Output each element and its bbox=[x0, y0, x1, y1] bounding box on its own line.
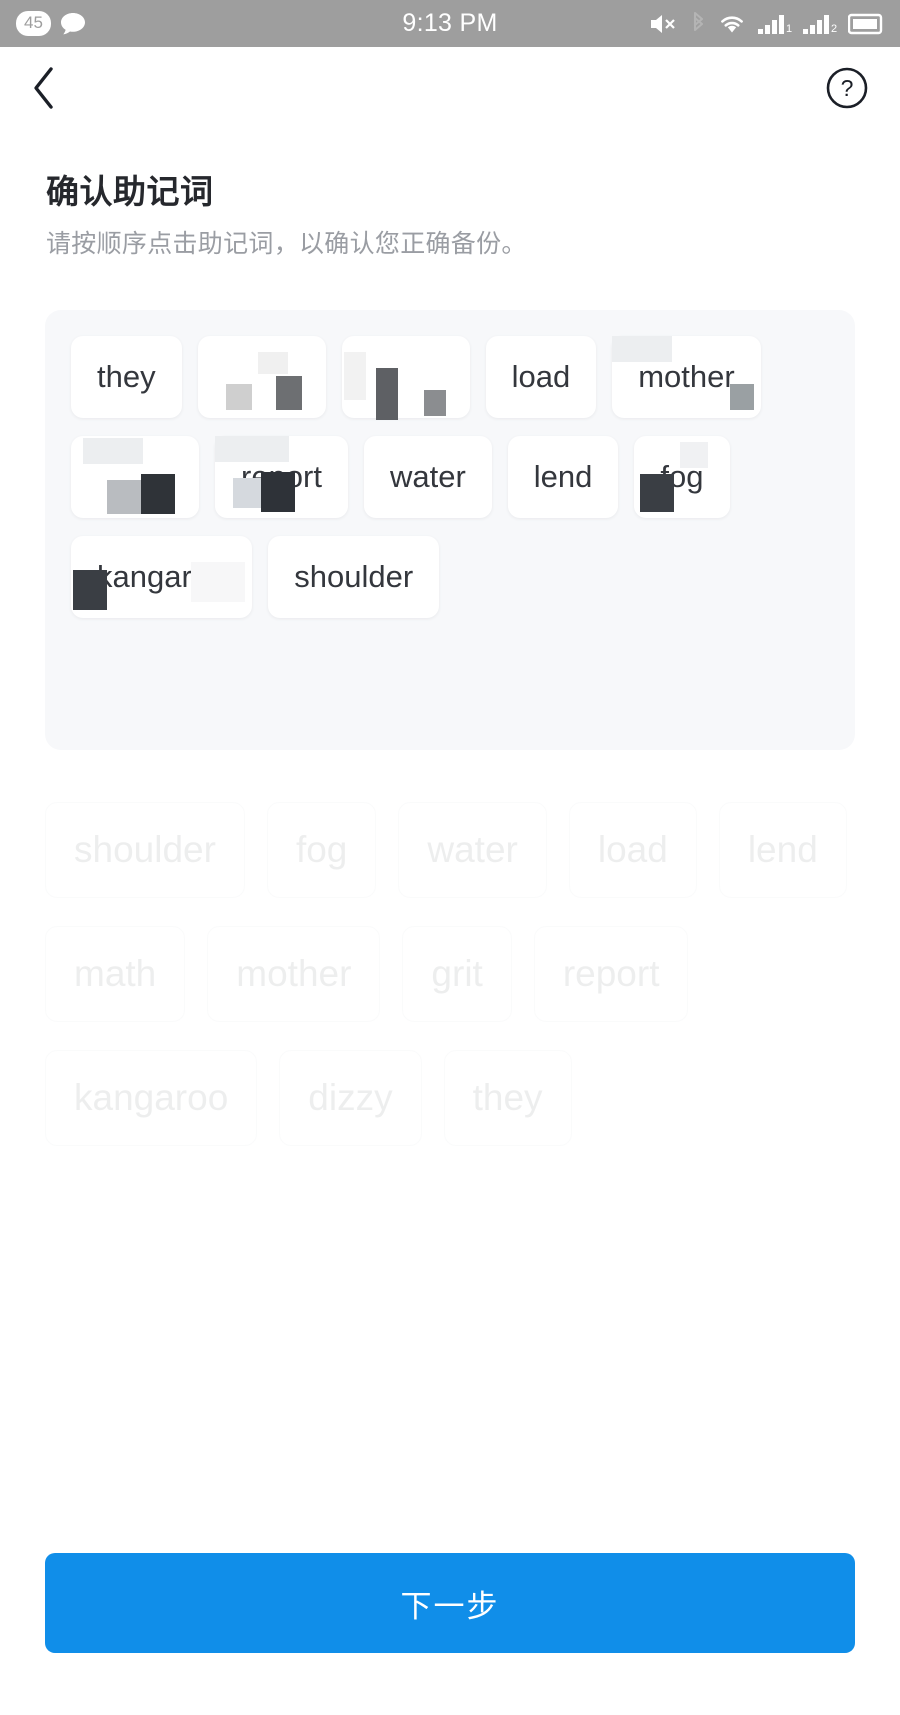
selected-word-chip[interactable]: load bbox=[485, 336, 597, 419]
word-bank-label: dizzy bbox=[308, 1077, 393, 1119]
word-bank-chip[interactable]: math bbox=[45, 926, 186, 1023]
word-bank-chip[interactable]: dizzy bbox=[279, 1050, 422, 1147]
redaction-block bbox=[83, 438, 143, 465]
status-bar-clock: 9:13 PM bbox=[402, 9, 498, 37]
word-bank: shoulder fog water load lend math mother grit re… bbox=[45, 802, 855, 1147]
app-screen: 45 9:13 PM 1 2 ? 确认助记词 请按顺序点击助记词，以确认您正确备… bbox=[0, 0, 900, 1715]
selected-word-chip[interactable]: shoulder bbox=[268, 536, 440, 619]
selected-word-label: report bbox=[241, 459, 322, 495]
selected-word-label: load bbox=[511, 359, 571, 395]
selected-word-label: fog bbox=[660, 459, 704, 495]
redaction-block bbox=[423, 390, 446, 417]
page-title: 确认助记词 bbox=[46, 173, 214, 210]
word-bank-label: shoulder bbox=[74, 829, 216, 871]
notification-count-badge: 45 bbox=[16, 11, 51, 36]
redaction-block bbox=[107, 480, 141, 515]
word-bank-label: water bbox=[427, 829, 518, 871]
word-bank-label: mother bbox=[236, 953, 352, 995]
selected-word-chip[interactable]: report bbox=[215, 436, 348, 519]
word-bank-label: load bbox=[597, 829, 668, 871]
selected-word-chip[interactable] bbox=[71, 436, 199, 519]
bluetooth-icon bbox=[690, 11, 706, 36]
svg-text:2: 2 bbox=[831, 23, 837, 35]
selected-word-chip[interactable] bbox=[197, 336, 326, 419]
battery-icon bbox=[848, 13, 884, 35]
wifi-icon bbox=[717, 12, 747, 36]
redaction-block bbox=[257, 352, 288, 375]
selected-word-label: water bbox=[389, 459, 466, 495]
redaction-block bbox=[275, 376, 302, 411]
svg-text:?: ? bbox=[841, 75, 854, 101]
selected-word-chip[interactable]: they bbox=[71, 336, 182, 419]
word-bank-label: they bbox=[472, 1077, 543, 1119]
selected-word-chip[interactable]: mother bbox=[612, 336, 761, 419]
selected-word-label: mother bbox=[638, 359, 735, 395]
word-bank-label: kangaroo bbox=[74, 1077, 229, 1119]
footer: 下一步 bbox=[0, 1553, 900, 1715]
selected-words-card: they load mother report water lend fog kangaroo… bbox=[45, 310, 855, 751]
selected-word-label: kangaroo bbox=[97, 559, 227, 595]
word-bank-chip[interactable]: they bbox=[443, 1050, 572, 1147]
selected-word-chip[interactable]: water bbox=[363, 436, 492, 519]
volume-mute-icon bbox=[649, 12, 679, 36]
status-bar-left: 45 bbox=[16, 11, 296, 36]
word-bank-chip[interactable]: kangaroo bbox=[45, 1050, 258, 1147]
word-bank-chip[interactable]: fog bbox=[266, 802, 377, 899]
word-bank-label: fog bbox=[295, 829, 348, 871]
redaction-block bbox=[375, 368, 398, 421]
status-bar: 45 9:13 PM 1 2 bbox=[0, 0, 900, 47]
word-bank-chip[interactable]: water bbox=[398, 802, 547, 899]
redaction-block bbox=[343, 352, 366, 401]
selected-word-label: lend bbox=[533, 459, 593, 495]
selected-word-chip[interactable]: fog bbox=[634, 436, 730, 519]
page-subtitle: 请按顺序点击助记词，以确认您正确备份。 bbox=[46, 229, 527, 258]
status-bar-right: 1 2 bbox=[604, 11, 884, 36]
word-bank-chip[interactable]: mother bbox=[207, 926, 381, 1023]
selected-word-chip[interactable] bbox=[341, 336, 470, 421]
selected-word-label: shoulder bbox=[294, 559, 414, 595]
word-bank-label: grit bbox=[431, 953, 483, 995]
word-bank-chip[interactable]: shoulder bbox=[45, 802, 245, 899]
nav-bar: ? bbox=[0, 47, 900, 133]
redaction-block bbox=[225, 384, 252, 411]
help-circle-icon: ? bbox=[824, 65, 870, 116]
selected-word-chip[interactable]: kangaroo bbox=[71, 536, 253, 619]
word-bank-chip[interactable]: lend bbox=[718, 802, 847, 899]
back-button[interactable] bbox=[28, 65, 78, 115]
selected-word-label: they bbox=[97, 359, 156, 395]
word-bank-chip[interactable]: grit bbox=[402, 926, 512, 1023]
word-bank-chip[interactable]: load bbox=[568, 802, 697, 899]
word-bank-chip[interactable]: report bbox=[533, 926, 689, 1023]
redaction-block bbox=[141, 474, 175, 515]
help-button[interactable]: ? bbox=[824, 67, 870, 113]
svg-text:1: 1 bbox=[786, 23, 792, 35]
cellular-signal-2-icon: 2 bbox=[803, 12, 837, 36]
header-section: 确认助记词 请按顺序点击助记词，以确认您正确备份。 bbox=[0, 133, 900, 262]
chat-bubble-icon bbox=[60, 12, 85, 35]
back-chevron-icon bbox=[28, 65, 60, 116]
word-bank-label: math bbox=[74, 953, 157, 995]
selected-word-chip[interactable]: lend bbox=[507, 436, 619, 519]
next-step-button[interactable]: 下一步 bbox=[45, 1553, 855, 1653]
flex-spacer bbox=[0, 1146, 900, 1553]
status-bar-center: 9:13 PM bbox=[296, 9, 604, 38]
cellular-signal-1-icon: 1 bbox=[758, 12, 792, 36]
word-bank-label: lend bbox=[747, 829, 818, 871]
word-bank-label: report bbox=[562, 953, 660, 995]
